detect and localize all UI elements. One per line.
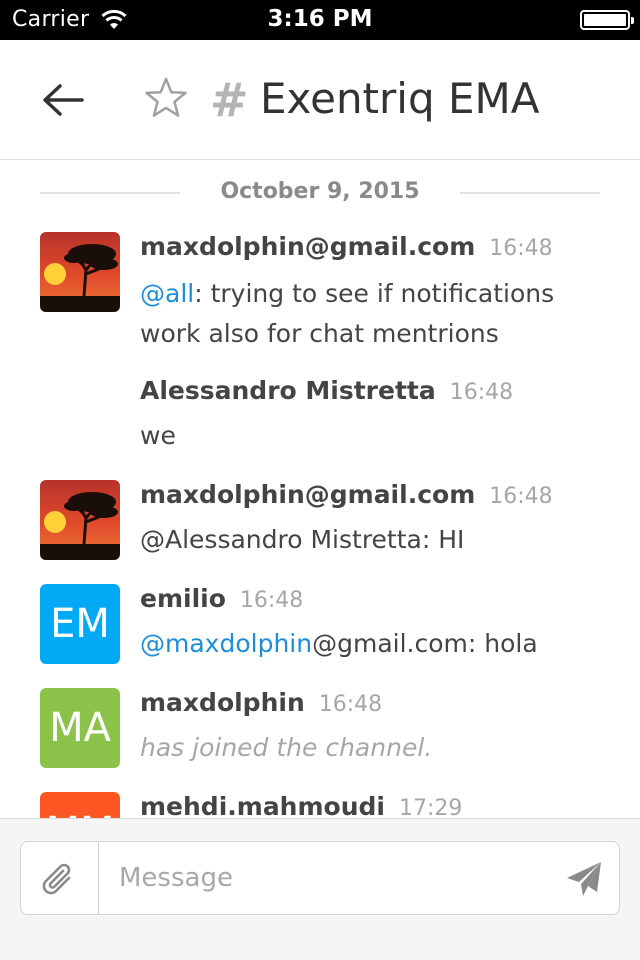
message-username[interactable]: emilio	[140, 584, 226, 613]
message-username[interactable]: maxdolphin	[140, 688, 305, 717]
back-arrow-icon[interactable]	[40, 80, 86, 120]
mention-link[interactable]: @maxdolphin	[140, 629, 312, 658]
battery-nub	[631, 17, 634, 24]
status-bar: Carrier 3:16 PM	[0, 0, 640, 40]
message-time: 16:48	[239, 588, 304, 613]
paperclip-icon	[42, 863, 71, 895]
nav-bar: # Exentriq EMA	[0, 40, 640, 160]
message-text: @maxdolphin@gmail.com: hola	[140, 624, 610, 664]
chat-screen: Carrier 3:16 PM # Exentriq EMA October 9…	[0, 0, 640, 960]
message-text: @Alessandro Mistretta: HI	[140, 525, 465, 554]
message-text: we	[140, 421, 176, 450]
message-header: Alessandro Mistretta 16:48	[140, 376, 513, 405]
message-username[interactable]: maxdolphin@gmail.com	[140, 232, 475, 261]
avatar[interactable]	[40, 232, 120, 312]
message-list[interactable]: October 9, 2015 maxdolphin@gmail.com 16:…	[0, 161, 640, 818]
message-username[interactable]: maxdolphin@gmail.com	[140, 480, 475, 509]
message-username[interactable]: Alessandro Mistretta	[140, 376, 436, 405]
sunset-photo-icon	[40, 480, 120, 560]
message-time: 16:48	[489, 236, 553, 261]
message-header: emilio 16:48	[140, 584, 303, 613]
message-time: 16:48	[318, 692, 383, 717]
clock: 3:16 PM	[267, 6, 373, 32]
avatar[interactable]	[40, 480, 120, 560]
hash-icon: #	[210, 73, 249, 127]
message-text-rest: @gmail.com: hola	[312, 629, 538, 658]
composer-box	[20, 841, 620, 915]
message-header: mehdi.mahmoudi 17:29	[140, 792, 462, 818]
attach-button[interactable]	[21, 842, 99, 914]
message-text: @all: trying to see if notifications wor…	[140, 274, 610, 354]
message-input[interactable]	[101, 842, 561, 914]
message-composer	[0, 818, 640, 960]
mention-link[interactable]: @all	[140, 279, 194, 308]
message-text-rest: : trying to see if notifications work al…	[140, 279, 555, 348]
battery-fill	[584, 14, 626, 26]
avatar[interactable]: MA	[40, 688, 120, 768]
battery-icon	[580, 10, 634, 30]
send-icon[interactable]	[563, 856, 607, 900]
message-header: maxdolphin@gmail.com 16:48	[140, 480, 553, 509]
sunset-photo-icon	[40, 232, 120, 312]
channel-title: Exentriq EMA	[260, 74, 540, 123]
divider-line	[460, 192, 600, 194]
message-time: 16:48	[489, 484, 553, 509]
date-divider: October 9, 2015	[0, 177, 640, 207]
message-header: maxdolphin 16:48	[140, 688, 382, 717]
message-time: 17:29	[398, 796, 463, 818]
avatar[interactable]: EM	[40, 584, 120, 664]
star-icon[interactable]	[144, 76, 188, 120]
avatar[interactable]: MM	[40, 792, 120, 818]
message-time: 16:48	[449, 380, 514, 405]
message-header: maxdolphin@gmail.com 16:48	[140, 232, 553, 261]
message-username[interactable]: mehdi.mahmoudi	[140, 792, 385, 818]
system-message-text: has joined the channel.	[140, 733, 433, 762]
